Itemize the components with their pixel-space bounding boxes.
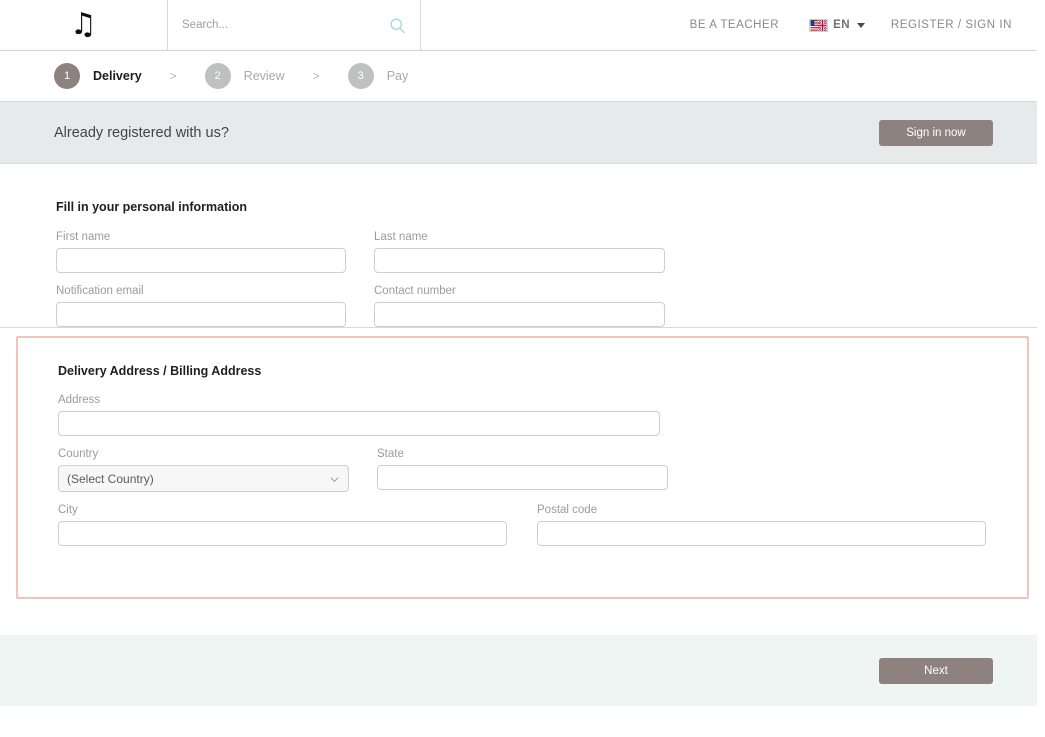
city-input[interactable]	[58, 521, 507, 546]
search-input[interactable]	[182, 19, 389, 31]
first-name-label: First name	[56, 231, 111, 243]
state-label: State	[377, 448, 404, 460]
last-name-label: Last name	[374, 231, 428, 243]
step-label-delivery: Delivery	[93, 69, 142, 83]
country-field: Country (Select Country)	[58, 448, 349, 492]
step-label-pay: Pay	[386, 69, 409, 83]
us-uk-flag-icon	[809, 18, 829, 32]
step-number-3: 3	[347, 63, 374, 89]
address-input[interactable]	[58, 411, 660, 436]
footer-spacer	[0, 599, 1037, 635]
postal-code-field: Postal code	[537, 504, 986, 546]
search-box[interactable]	[168, 0, 421, 50]
first-name-input[interactable]	[56, 248, 346, 273]
country-select-wrapper[interactable]: (Select Country)	[58, 465, 349, 492]
already-registered-text: Already registered with us?	[54, 124, 229, 141]
postal-code-input[interactable]	[537, 521, 986, 546]
city-field: City	[58, 504, 507, 546]
language-label: EN	[833, 19, 850, 31]
language-selector[interactable]: EN	[809, 18, 865, 32]
step-label-review: Review	[243, 69, 285, 83]
step-review[interactable]: 2 Review	[204, 63, 285, 89]
search-icon[interactable]	[389, 17, 406, 34]
city-postal-row: City Postal code	[18, 504, 1027, 546]
sign-in-now-button[interactable]: Sign in now	[879, 119, 993, 146]
register-sign-in-link[interactable]: REGISTER / SIGN IN	[891, 19, 1012, 31]
contact-row: Notification email Contact number	[0, 285, 1037, 327]
notification-email-input[interactable]	[56, 302, 346, 327]
address-row: Address	[18, 394, 1027, 436]
step-separator-2: >	[312, 69, 320, 83]
contact-number-field: Contact number	[374, 285, 665, 327]
be-a-teacher-link[interactable]: BE A TEACHER	[690, 19, 779, 31]
city-label: City	[58, 504, 78, 516]
step-pay[interactable]: 3 Pay	[347, 63, 409, 89]
address-field: Address	[58, 394, 660, 436]
state-input[interactable]	[377, 465, 668, 490]
personal-information-section: Fill in your personal information First …	[0, 164, 1037, 328]
header-nav: BE A TEACHER EN REGISTER / SIGN IN	[421, 0, 1037, 50]
page-footer: Next	[0, 635, 1037, 706]
notification-email-field: Notification email	[56, 285, 346, 327]
chevron-down-icon[interactable]	[856, 22, 865, 28]
site-header: ♫ BE A TEACHER	[0, 0, 1037, 51]
last-name-field: Last name	[374, 231, 665, 273]
notification-email-label: Notification email	[56, 285, 144, 297]
country-state-row: Country (Select Country) State	[18, 448, 1027, 492]
music-note-icon: ♫	[70, 7, 97, 42]
step-number-2: 2	[204, 63, 231, 89]
personal-information-title: Fill in your personal information	[56, 200, 247, 214]
next-button[interactable]: Next	[879, 657, 993, 684]
step-number-1: 1	[54, 63, 80, 89]
checkout-page: ♫ BE A TEACHER	[0, 0, 1037, 737]
step-separator-1: >	[169, 69, 177, 83]
already-registered-banner: Already registered with us? Sign in now	[0, 102, 1037, 164]
checkout-steps: 1 Delivery > 2 Review > 3 Pay	[0, 51, 1037, 102]
first-name-field: First name	[56, 231, 346, 273]
postal-code-label: Postal code	[537, 504, 598, 516]
contact-number-label: Contact number	[374, 285, 456, 297]
delivery-address-title: Delivery Address / Billing Address	[58, 364, 262, 378]
last-name-input[interactable]	[374, 248, 665, 273]
contact-number-input[interactable]	[374, 302, 665, 327]
delivery-address-section: Delivery Address / Billing Address Addre…	[16, 336, 1029, 599]
logo[interactable]: ♫	[0, 0, 168, 50]
address-label: Address	[58, 394, 101, 406]
country-select[interactable]: (Select Country)	[58, 465, 349, 492]
name-row: First name Last name	[0, 231, 1037, 273]
step-delivery[interactable]: 1 Delivery	[54, 63, 142, 89]
country-label: Country	[58, 448, 99, 460]
state-field: State	[377, 448, 668, 492]
